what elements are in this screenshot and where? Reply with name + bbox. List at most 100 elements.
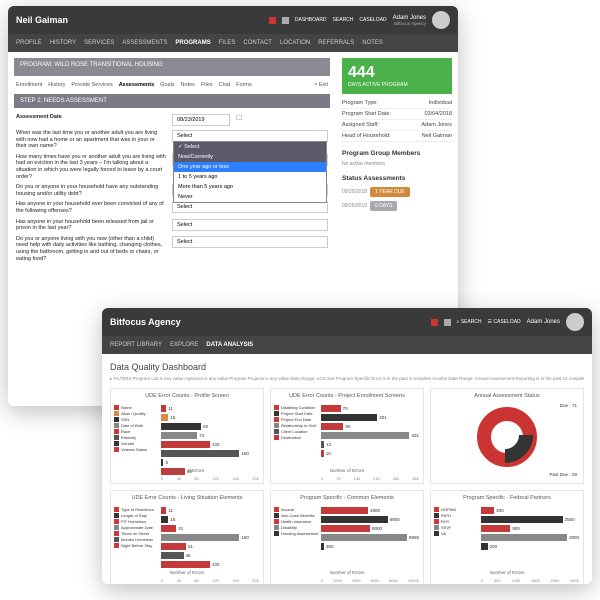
tab-notes[interactable]: Notes: [181, 82, 195, 88]
nav-referrals[interactable]: REFERRALS: [318, 40, 354, 46]
tab-provide-services[interactable]: Provide Services: [71, 82, 112, 88]
nav-data-analysis[interactable]: DATA ANALYSIS: [206, 342, 253, 348]
agency-name: Bitfocus Agency: [110, 317, 181, 327]
dropdown-option[interactable]: ✓ Select: [174, 142, 326, 152]
avatar[interactable]: [566, 313, 584, 331]
step-header: STEP 2: NEEDS ASSESSMENT: [14, 94, 330, 108]
bar: 160: [161, 534, 259, 541]
assessment-form: Assessment Date 08/23/2019 ☐ When was th…: [14, 108, 330, 272]
tab-assessments[interactable]: Assessments: [119, 82, 154, 88]
bar: 74: [161, 432, 259, 439]
bar: 82: [161, 423, 259, 430]
bar: 80: [321, 423, 419, 430]
bar: 31: [161, 525, 259, 532]
dropdown-option[interactable]: Never: [174, 192, 326, 202]
q2-label: How many times have you or another adult…: [16, 154, 166, 180]
dashboard-window: Bitfocus Agency ⌕ SEARCH ☰ CASELOAD Adam…: [102, 308, 592, 584]
q5-label: Has anyone in your household been releas…: [16, 219, 166, 232]
nav-history[interactable]: HISTORY: [50, 40, 76, 46]
top-link-caseload[interactable]: ☰ CASELOAD: [488, 319, 521, 325]
q6-label: Do you or anyone living with you now (ot…: [16, 236, 166, 262]
q6-select[interactable]: Select: [172, 236, 328, 248]
dropdown-option[interactable]: 1 to 5 years ago: [174, 172, 326, 182]
tab-history[interactable]: History: [48, 82, 65, 88]
bar: 300: [321, 543, 419, 550]
q4-select[interactable]: Select: [172, 201, 328, 213]
nav-explore[interactable]: EXPLORE: [170, 342, 198, 348]
q1-select[interactable]: Select ✓ SelectNow/CurrentlyOne year ago…: [172, 130, 328, 142]
chart-title: Annual Assessment Status: [435, 393, 579, 399]
bar: 15: [161, 414, 259, 421]
grid-icon[interactable]: [282, 17, 289, 24]
bar: 11: [161, 507, 259, 514]
dropdown-option[interactable]: One year ago or less: [174, 162, 326, 172]
bar: 100: [161, 561, 259, 568]
status-pill[interactable]: 09/25/20196 DAYS: [342, 200, 452, 212]
top-link-search[interactable]: SEARCH: [333, 17, 354, 23]
report-nav: REPORT LIBRARY EXPLORE DATA ANALYSIS: [102, 336, 592, 354]
nav-report-library[interactable]: REPORT LIBRARY: [110, 342, 162, 348]
filters-bar[interactable]: ▸ FILTERS Program List is any value Agen…: [110, 376, 584, 382]
nav-notes[interactable]: NOTES: [362, 40, 383, 46]
nav-files[interactable]: FILES: [219, 40, 236, 46]
user-name: Adam Jones: [527, 319, 560, 325]
top-link-caseload[interactable]: CASELOAD: [359, 17, 386, 23]
calendar-icon[interactable]: ☐: [236, 114, 242, 122]
tab-chat[interactable]: Chat: [219, 82, 231, 88]
bar: 4800: [321, 507, 419, 514]
bar: 160: [161, 450, 259, 457]
nav-assessments[interactable]: ASSESSMENTS: [122, 40, 167, 46]
bar: 12: [321, 441, 419, 448]
date-input[interactable]: 08/23/2019: [172, 114, 230, 126]
bar: 15: [161, 516, 259, 523]
chart-title: Program Specific - Federal Partners: [435, 495, 579, 501]
grid-icon[interactable]: [444, 319, 451, 326]
status-assess-head: Status Assessments: [342, 175, 452, 182]
topbar: Neil Gaiman DASHBOARD SEARCH CASELOAD Ad…: [8, 6, 458, 34]
bar: 8888: [321, 534, 419, 541]
tab-forms[interactable]: Forms: [236, 82, 252, 88]
bar: 100: [161, 441, 259, 448]
tab-goals[interactable]: Goals: [160, 82, 174, 88]
nav-programs[interactable]: PROGRAMS: [175, 40, 210, 46]
bar: 5000: [321, 525, 419, 532]
chart-grid: UDE Error Counts - Profile ScreenNameAli…: [110, 388, 584, 584]
chart-title: UDE Error Counts - Profile Screen: [115, 393, 259, 399]
dropdown-option[interactable]: More than 5 years ago: [174, 182, 326, 192]
dashboard-title: Data Quality Dashboard: [110, 362, 584, 372]
tab-files[interactable]: Files: [201, 82, 213, 88]
days-count: 444: [348, 64, 446, 82]
nav-location[interactable]: LOCATION: [280, 40, 310, 46]
q1-label: When was the last time you or another ad…: [16, 130, 166, 150]
top-link-search[interactable]: ⌕ SEARCH: [457, 319, 482, 325]
nav-profile[interactable]: PROFILE: [16, 40, 42, 46]
client-name: Neil Gaiman: [16, 15, 68, 25]
dropdown-option[interactable]: Now/Currently: [174, 152, 326, 162]
bar: 11: [161, 405, 259, 412]
notification-icon[interactable]: [431, 319, 438, 326]
meta-row: Assigned Staff:Adam Jones: [342, 120, 452, 131]
q5-select[interactable]: Select: [172, 219, 328, 231]
program-header: PROGRAM: WILD ROSE TRANSITIONAL HOUSING: [14, 58, 330, 76]
avatar[interactable]: [432, 11, 450, 29]
bar: 200: [481, 543, 579, 550]
nav-contact[interactable]: CONTACT: [243, 40, 272, 46]
status-pill[interactable]: 09/25/20181 YEAR DUE: [342, 186, 452, 198]
topbar-2: Bitfocus Agency ⌕ SEARCH ☰ CASELOAD Adam…: [102, 308, 592, 336]
notification-icon[interactable]: [269, 17, 276, 24]
meta-row: Program Start Date:03/04/2018: [342, 109, 452, 120]
date-label: Assessment Date: [16, 114, 166, 121]
chart-card: UDE Error Counts - Project Enrollment Sc…: [270, 388, 424, 484]
top-link-dashboard[interactable]: DASHBOARD: [295, 17, 327, 23]
tab-enrollment[interactable]: Enrollment: [16, 82, 42, 88]
bar: 51: [161, 543, 259, 550]
main-nav: PROFILE HISTORY SERVICES ASSESSMENTS PROGRAM…: [8, 34, 458, 52]
chart-card: Program Specific - Federal PartnersHOPWA…: [430, 490, 584, 584]
bar: 10: [321, 450, 419, 457]
exit-link[interactable]: × Exit: [314, 82, 328, 88]
bar: 6800: [321, 516, 419, 523]
group-members-head: Program Group Members: [342, 150, 452, 157]
nav-services[interactable]: SERVICES: [84, 40, 114, 46]
bar: 201: [321, 414, 419, 421]
chart-card: Program Specific - Common ElementsIncome…: [270, 490, 424, 584]
